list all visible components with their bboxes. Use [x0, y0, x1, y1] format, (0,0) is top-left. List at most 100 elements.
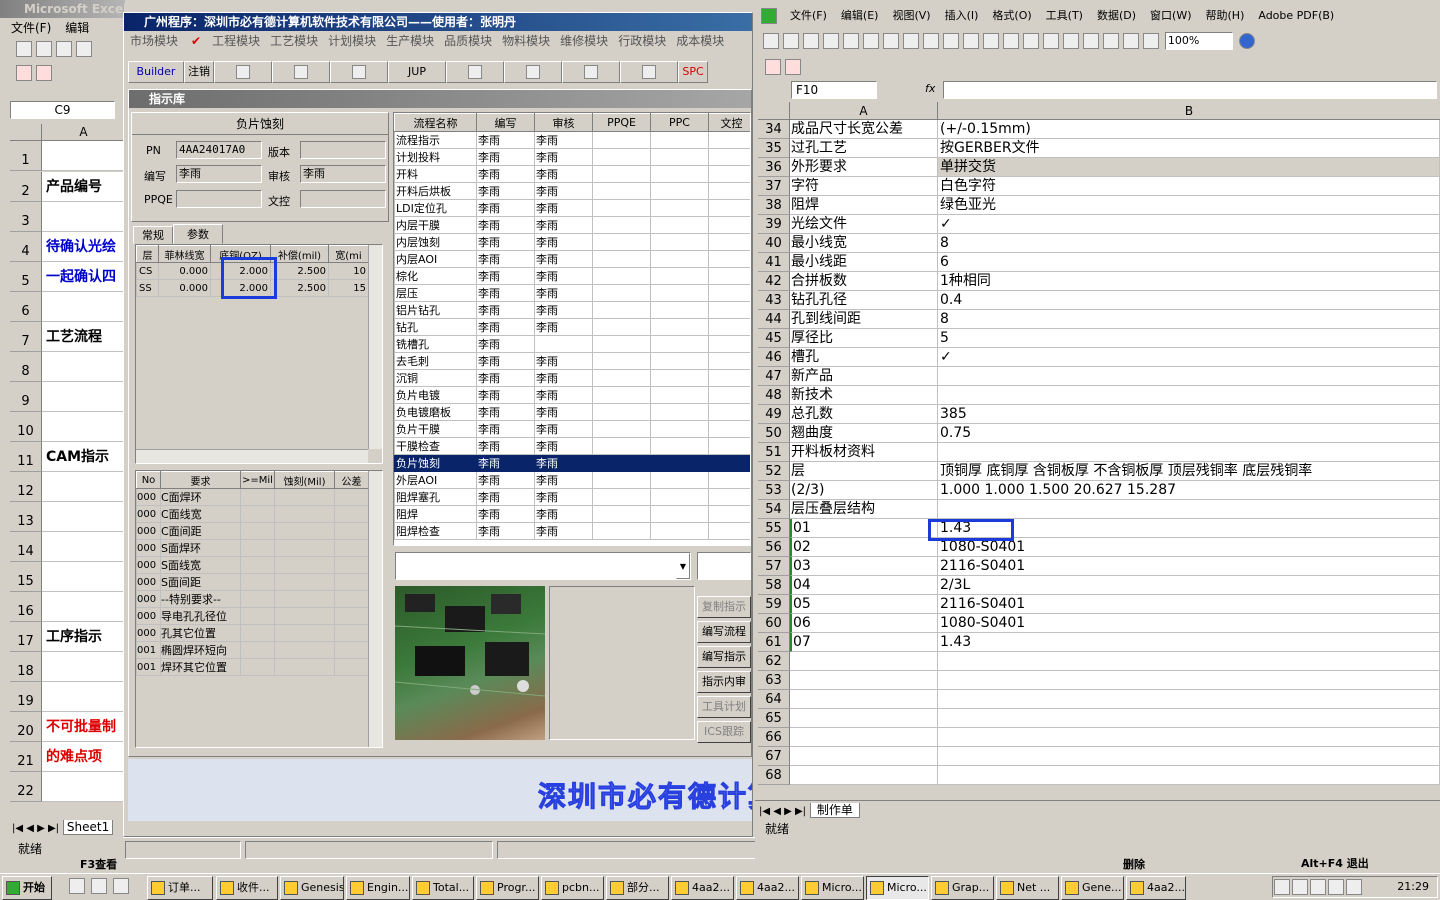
taskbar-button[interactable]: 部分...: [606, 876, 669, 900]
flow-cell[interactable]: 李雨: [476, 284, 535, 302]
left-cell-a[interactable]: [42, 412, 125, 442]
sort-asc-icon[interactable]: [1083, 33, 1099, 49]
flow-cell[interactable]: [708, 335, 750, 353]
flow-row[interactable]: 钻孔 李雨 李雨: [394, 318, 750, 336]
flow-cell[interactable]: [708, 522, 750, 540]
permission-icon[interactable]: [823, 33, 839, 49]
right-row-header[interactable]: 39: [758, 215, 790, 234]
word-icon[interactable]: [330, 61, 388, 83]
left-cell-a[interactable]: [42, 562, 125, 592]
flow-cell[interactable]: 李雨: [534, 403, 593, 421]
left-row-header[interactable]: 12: [10, 472, 42, 502]
left-row-header[interactable]: 9: [10, 382, 42, 412]
flow-cell[interactable]: 李雨: [476, 437, 535, 455]
drawing-icon[interactable]: [1143, 33, 1159, 49]
cell-b[interactable]: 2116-S0401: [938, 595, 1440, 614]
writer-field[interactable]: 李雨: [176, 165, 262, 183]
cell-a[interactable]: 06: [790, 614, 938, 633]
left-row-header[interactable]: 7: [10, 322, 42, 352]
save-icon[interactable]: [56, 41, 72, 57]
flow-cell[interactable]: [708, 284, 750, 302]
cell-a[interactable]: 阻焊: [790, 196, 938, 215]
flow-row[interactable]: 开料后烘板 李雨 李雨: [394, 182, 750, 200]
left-row-header[interactable]: 22: [10, 772, 42, 802]
right-menu-item[interactable]: Adobe PDF(B): [1251, 1, 1341, 30]
taskbar-button[interactable]: 4aa2...: [671, 876, 734, 900]
left-cell-a[interactable]: [42, 772, 125, 802]
right-row-header[interactable]: 66: [758, 728, 790, 747]
req-value[interactable]: [274, 505, 335, 523]
flow-row[interactable]: LDI定位孔 李雨 李雨: [394, 199, 750, 217]
flow-cell[interactable]: 李雨: [476, 522, 535, 540]
right-row-header[interactable]: 42: [758, 272, 790, 291]
param-header[interactable]: 宽(mi: [328, 245, 369, 263]
flow-cell[interactable]: 李雨: [476, 267, 535, 285]
left-row-header[interactable]: 8: [10, 352, 42, 382]
flow-cell[interactable]: [708, 267, 750, 285]
left-row-header[interactable]: 11: [10, 442, 42, 472]
right-row-header[interactable]: 51: [758, 443, 790, 462]
cell-b[interactable]: [938, 443, 1440, 462]
flow-cell[interactable]: 计划投料: [394, 148, 477, 166]
flow-cell[interactable]: [650, 420, 709, 438]
flow-cell[interactable]: 钻孔: [394, 318, 477, 336]
flow-cell[interactable]: [650, 148, 709, 166]
flow-row[interactable]: 阻焊塞孔 李雨 李雨: [394, 488, 750, 506]
cell-b[interactable]: 1080-S0401: [938, 614, 1440, 633]
flow-cell[interactable]: [592, 301, 651, 319]
left-excel-titlebar[interactable]: Microsoft Excel: [0, 0, 125, 18]
flow-cell[interactable]: 负片蚀刻: [394, 454, 477, 472]
req-value[interactable]: [334, 590, 369, 608]
taskbar-button[interactable]: Grap...: [931, 876, 994, 900]
flow-cell[interactable]: 李雨: [534, 454, 593, 472]
flow-cell[interactable]: [650, 284, 709, 302]
right-tab-nav[interactable]: |◀ ◀ ▶ ▶|: [755, 806, 806, 817]
show-desktop-icon[interactable]: [69, 878, 85, 894]
req-value[interactable]: [274, 658, 335, 676]
flow-cell[interactable]: 李雨: [476, 369, 535, 387]
flow-row[interactable]: 负片蚀刻 李雨 李雨: [394, 454, 750, 472]
flow-row[interactable]: 去毛刺 李雨 李雨: [394, 352, 750, 370]
right-menu-item[interactable]: 数据(D): [1090, 1, 1143, 30]
cell-b[interactable]: 1种相同: [938, 272, 1440, 291]
left-cell-a[interactable]: [42, 141, 125, 171]
req-value[interactable]: [240, 556, 275, 574]
flow-cell[interactable]: 李雨: [476, 386, 535, 404]
chart-wizard-icon[interactable]: [1123, 33, 1139, 49]
flow-header[interactable]: 编写: [476, 113, 535, 132]
module-5[interactable]: 品质模块: [440, 31, 498, 51]
flow-cell[interactable]: [592, 437, 651, 455]
taskbar-button[interactable]: Net ...: [996, 876, 1059, 900]
pdf-mail-icon[interactable]: [36, 65, 52, 81]
cell-b[interactable]: 绿色亚光: [938, 196, 1440, 215]
right-row-header[interactable]: 57: [758, 557, 790, 576]
flow-cell[interactable]: 负片电镀: [394, 386, 477, 404]
right-row-header[interactable]: 68: [758, 766, 790, 785]
tray-icon-3[interactable]: [1310, 879, 1326, 895]
format-painter-icon[interactable]: [983, 33, 999, 49]
param-cell[interactable]: 0.000: [158, 262, 211, 280]
ics-tracking-button[interactable]: ICS跟踪: [697, 721, 751, 743]
cell-a[interactable]: 新产品: [790, 367, 938, 386]
cell-b[interactable]: [938, 728, 1440, 747]
flow-header[interactable]: 文控: [708, 113, 750, 132]
module-2[interactable]: 工艺模块: [266, 31, 324, 51]
flow-cell[interactable]: 李雨: [476, 352, 535, 370]
flow-cell[interactable]: 李雨: [476, 301, 535, 319]
left-row-header[interactable]: 19: [10, 682, 42, 712]
right-menu-item[interactable]: 编辑(E): [834, 1, 886, 30]
flow-cell[interactable]: [708, 131, 750, 149]
right-menu-item[interactable]: 插入(I): [938, 1, 986, 30]
left-cell-a[interactable]: [42, 382, 125, 412]
flow-cell[interactable]: [650, 488, 709, 506]
left-tab-nav[interactable]: |◀ ◀ ▶ ▶|: [10, 823, 59, 834]
right-row-header[interactable]: 34: [758, 120, 790, 139]
pdf-icon[interactable]: [16, 65, 32, 81]
flow-cell[interactable]: [592, 182, 651, 200]
req-value[interactable]: [334, 573, 369, 591]
flow-cell[interactable]: [650, 386, 709, 404]
right-name-box[interactable]: F10: [791, 81, 877, 99]
cell-b[interactable]: ✓: [938, 215, 1440, 234]
flow-cell[interactable]: 李雨: [534, 199, 593, 217]
cell-b[interactable]: 2/3L: [938, 576, 1440, 595]
